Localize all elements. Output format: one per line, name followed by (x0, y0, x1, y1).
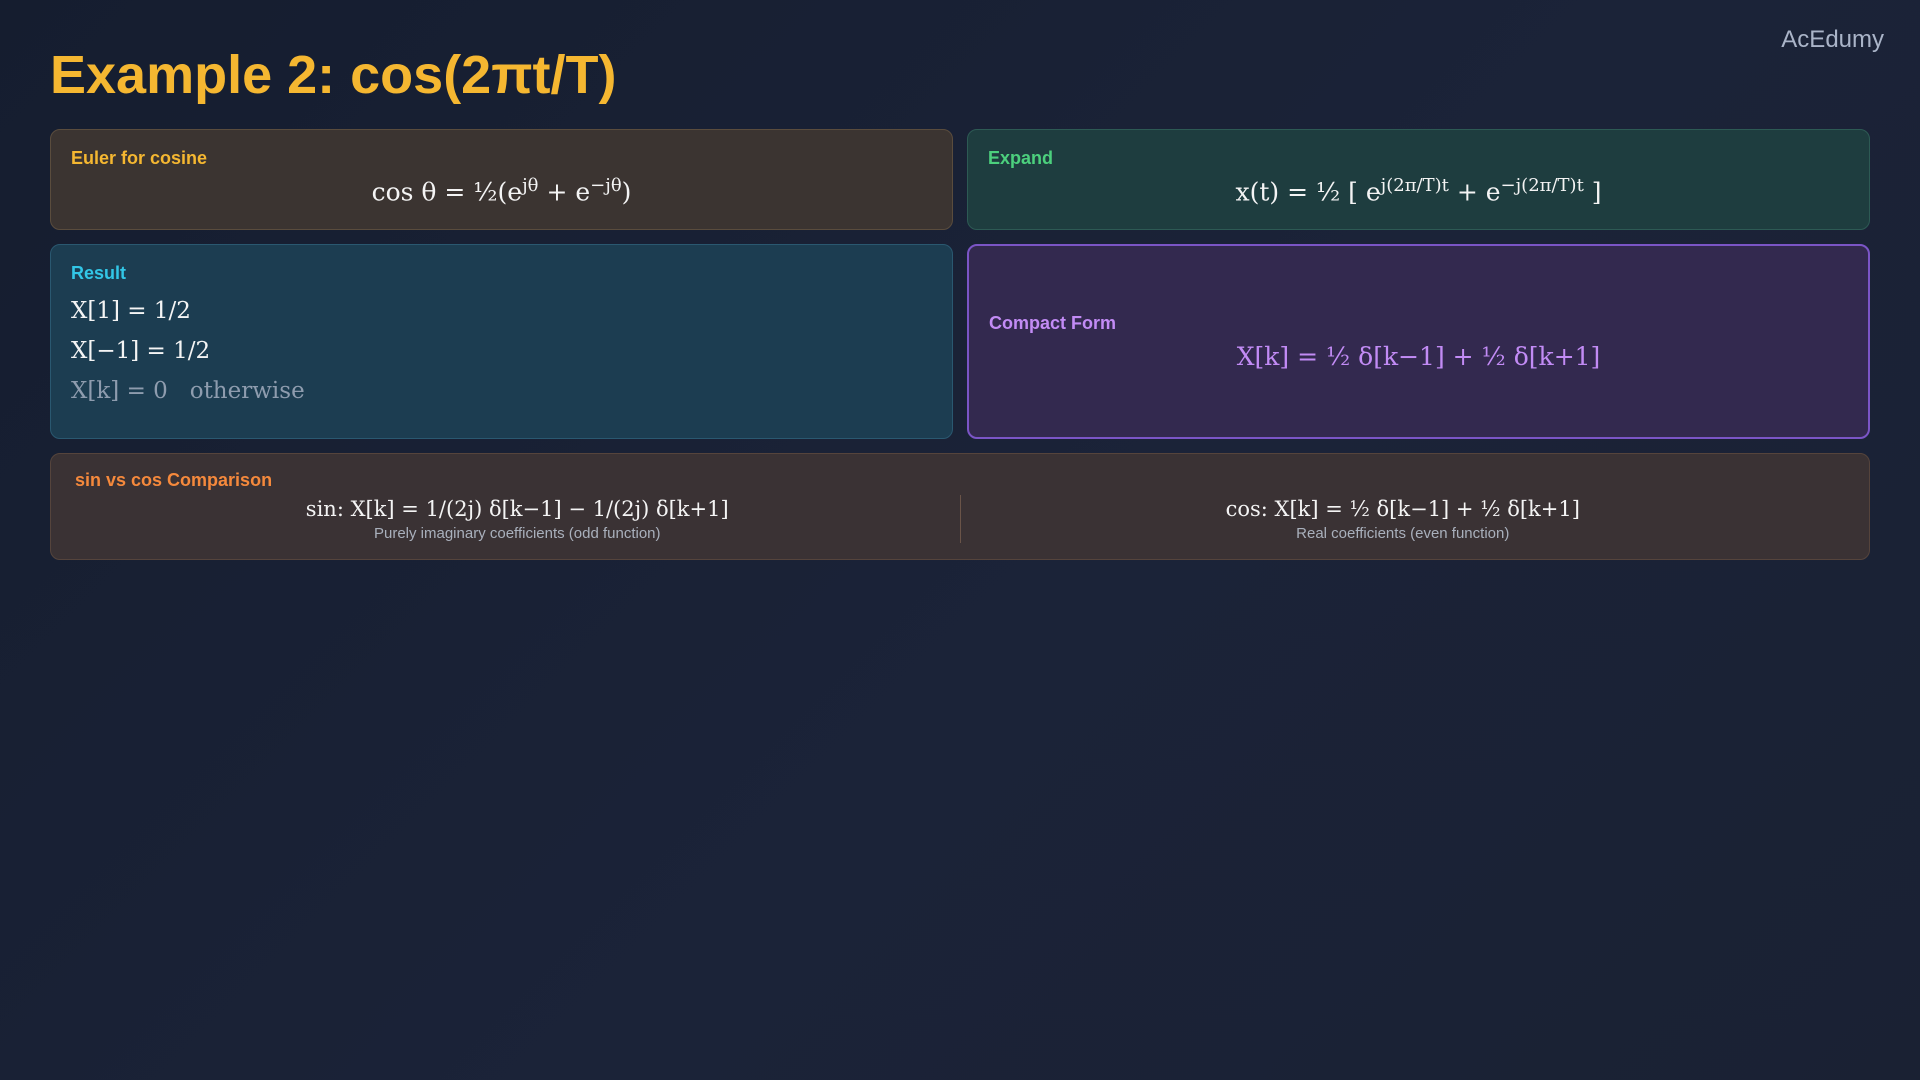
result-line-x1: X[1] = 1/2 (71, 298, 191, 324)
expand-equation: x(t) = ½ [ ej(2π/T)t + e−j(2π/T)t ] (988, 175, 1849, 206)
expand-eq-mid: + e (1448, 177, 1501, 207)
euler-equation: cos θ = ½(ejθ + e−jθ) (71, 175, 932, 206)
compact-form-label: Compact Form (989, 312, 1117, 333)
result-line-otherwise: X[k] = 0 otherwise (71, 378, 305, 404)
page-title: Example 2: cos(2πt/T) (50, 45, 617, 105)
cos-equation: cos: X[k] = ½ δ[k−1] + ½ δ[k+1] (1225, 496, 1580, 521)
expand-eq-lhs: x(t) = ½ [ e (1235, 177, 1381, 207)
sin-equation: sin: X[k] = 1/(2j) δ[k−1] − 1/(2j) δ[k+1… (305, 496, 729, 521)
expand-card-label: Expand (988, 148, 1054, 168)
euler-card-label: Euler for cosine (71, 148, 208, 168)
sin-cos-comparison-card: sin vs cos Comparison sin: X[k] = 1/(2j)… (50, 453, 1870, 560)
comparison-label: sin vs cos Comparison (75, 470, 273, 490)
result-card-label: Result (71, 263, 127, 283)
cos-note: Real coefficients (even function) (1296, 524, 1510, 542)
result-line-xminus1: X[−1] = 1/2 (71, 338, 211, 364)
euler-eq-end: ) (621, 177, 632, 207)
expand-eq-exp1: j(2π/T)t (1380, 175, 1449, 196)
cos-column: cos: X[k] = ½ δ[k−1] + ½ δ[k+1] Real coe… (961, 497, 1846, 542)
euler-eq-exp2: −jθ (590, 175, 622, 196)
sin-note: Purely imaginary coefficients (odd funct… (373, 524, 661, 542)
expand-eq-exp2: −j(2π/T)t (1500, 175, 1584, 196)
compact-form-equation: X[k] = ½ δ[k−1] + ½ δ[k+1] (1236, 341, 1601, 371)
euler-card: Euler for cosine cos θ = ½(ejθ + e−jθ) (50, 129, 953, 230)
euler-eq-mid: + e (538, 177, 591, 207)
expand-card: Expand x(t) = ½ [ ej(2π/T)t + e−j(2π/T)t… (967, 129, 1870, 230)
euler-eq-lhs: cos θ = ½(e (371, 177, 523, 207)
sin-column: sin: X[k] = 1/(2j) δ[k−1] − 1/(2j) δ[k+1… (75, 497, 960, 542)
euler-eq-exp1: jθ (522, 175, 539, 196)
expand-eq-end: ] (1583, 177, 1602, 207)
result-card: Result X[1] = 1/2 X[−1] = 1/2 X[k] = 0 o… (50, 244, 953, 439)
brand-logo: AcEdumy (1781, 26, 1884, 53)
compact-form-card: Compact Form X[k] = ½ δ[k−1] + ½ δ[k+1] (967, 244, 1870, 439)
comparison-row: sin: X[k] = 1/(2j) δ[k−1] − 1/(2j) δ[k+1… (75, 495, 1845, 543)
